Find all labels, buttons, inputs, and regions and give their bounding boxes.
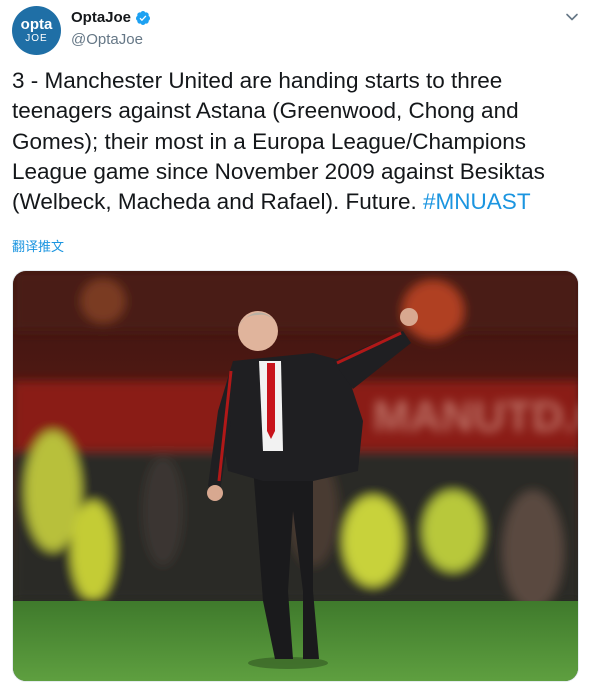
translate-tweet-link[interactable]: 翻译推文: [12, 236, 64, 255]
author-name-row: OptaJoe: [71, 9, 151, 26]
chevron-down-icon[interactable]: [565, 10, 579, 24]
tweet-text: 3 - Manchester United are handing starts…: [12, 66, 582, 217]
stadium-banner-text: MANUTD.C: [373, 392, 579, 441]
photo-illustration: MANUTD.C: [13, 271, 579, 681]
display-name[interactable]: OptaJoe: [71, 9, 131, 26]
tweet-photo[interactable]: MANUTD.C: [12, 270, 579, 682]
handle[interactable]: @OptaJoe: [71, 31, 143, 48]
avatar-line2: JOE: [25, 33, 48, 44]
verified-badge-icon: [136, 10, 151, 25]
hashtag-link[interactable]: #MNUAST: [423, 189, 531, 214]
avatar[interactable]: opta JOE: [12, 6, 61, 55]
avatar-line1: opta: [20, 16, 53, 33]
